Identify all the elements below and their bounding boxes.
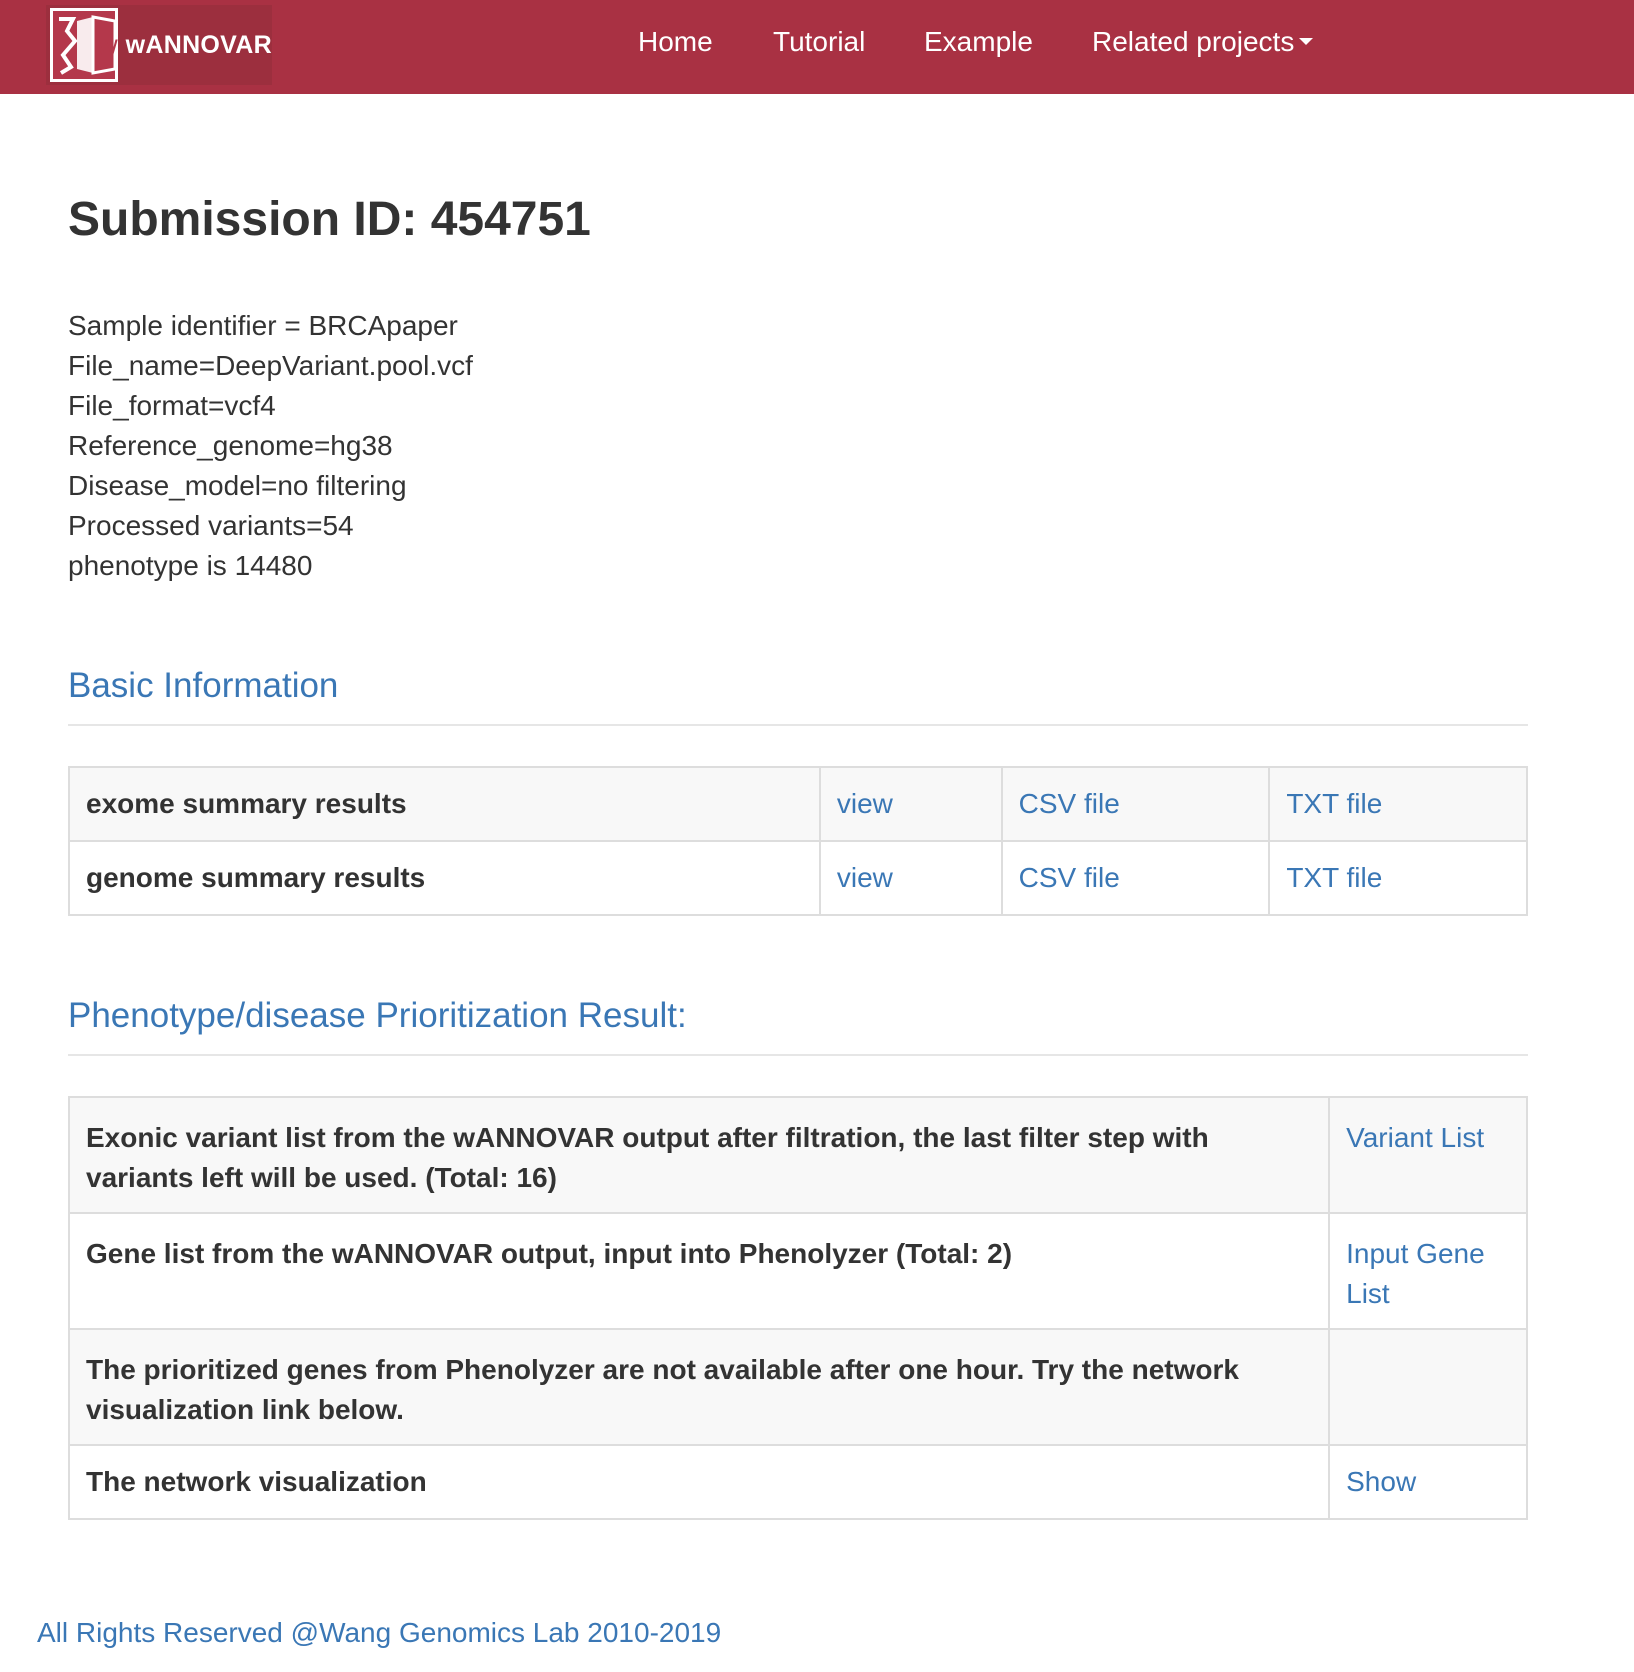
nav-tutorial[interactable]: Tutorial bbox=[773, 26, 865, 58]
divider bbox=[68, 1054, 1528, 1056]
gene-list-label: Gene list from the wANNOVAR output, inpu… bbox=[67, 1212, 1331, 1330]
genome-csv-link[interactable]: CSV file bbox=[1000, 840, 1271, 916]
network-show-link[interactable]: Show bbox=[1328, 1444, 1528, 1520]
divider bbox=[68, 724, 1528, 726]
genome-summary-label: genome summary results bbox=[68, 840, 821, 916]
info-reference-genome: Reference_genome=hg38 bbox=[68, 430, 393, 461]
info-disease-model: Disease_model=no filtering bbox=[68, 470, 407, 501]
exome-txt-link[interactable]: TXT file bbox=[1268, 766, 1528, 842]
variant-list-link[interactable]: Variant List bbox=[1328, 1096, 1528, 1214]
chevron-down-icon bbox=[1299, 38, 1314, 46]
brand-name: wANNOVAR bbox=[125, 30, 272, 59]
input-gene-list-link[interactable]: Input Gene List bbox=[1328, 1212, 1528, 1330]
exome-view-link[interactable]: view bbox=[818, 766, 1003, 842]
info-processed-variants: Processed variants=54 bbox=[68, 510, 354, 541]
genome-txt-link[interactable]: TXT file bbox=[1268, 840, 1528, 916]
nav-home[interactable]: Home bbox=[638, 26, 713, 58]
nav-example[interactable]: Example bbox=[924, 26, 1033, 58]
nav-related-projects[interactable]: Related projects bbox=[1092, 26, 1314, 58]
basic-information-heading: Basic Information bbox=[68, 666, 339, 705]
basic-information-table: exome summary results view CSV file TXT … bbox=[68, 766, 1528, 916]
prioritized-genes-link-cell bbox=[1328, 1328, 1528, 1446]
table-row: genome summary results view CSV file TXT… bbox=[68, 840, 1528, 916]
page-title: Submission ID: 454751 bbox=[68, 193, 591, 246]
table-row: The network visualization Show bbox=[67, 1444, 1528, 1520]
network-visualization-label: The network visualization bbox=[67, 1444, 1331, 1520]
info-file-name: File_name=DeepVariant.pool.vcf bbox=[68, 350, 473, 381]
genome-view-link[interactable]: view bbox=[818, 840, 1003, 916]
table-row: exome summary results view CSV file TXT … bbox=[68, 766, 1528, 842]
footer-copyright[interactable]: All Rights Reserved @Wang Genomics Lab 2… bbox=[37, 1617, 721, 1649]
wannovar-logo-icon: W bbox=[50, 8, 118, 82]
phenotype-result-table: Exonic variant list from the wANNOVAR ou… bbox=[67, 1096, 1528, 1520]
exome-csv-link[interactable]: CSV file bbox=[1000, 766, 1271, 842]
exonic-variant-label: Exonic variant list from the wANNOVAR ou… bbox=[67, 1096, 1331, 1214]
brand-logo[interactable]: W wANNOVAR bbox=[46, 5, 272, 85]
nav-related-projects-label: Related projects bbox=[1092, 26, 1295, 57]
info-sample-identifier: Sample identifier = BRCApaper bbox=[68, 310, 458, 341]
exome-summary-label: exome summary results bbox=[68, 766, 821, 842]
submission-info: Sample identifier = BRCApaper File_name=… bbox=[68, 306, 473, 586]
table-row: Exonic variant list from the wANNOVAR ou… bbox=[67, 1096, 1528, 1214]
table-row: Gene list from the wANNOVAR output, inpu… bbox=[67, 1212, 1528, 1330]
info-phenotype: phenotype is 14480 bbox=[68, 550, 313, 581]
prioritized-genes-label: The prioritized genes from Phenolyzer ar… bbox=[67, 1328, 1331, 1446]
top-navbar: W wANNOVAR Home Tutorial Example Related… bbox=[0, 0, 1634, 94]
svg-text:W: W bbox=[97, 35, 118, 60]
phenotype-result-heading: Phenotype/disease Prioritization Result: bbox=[68, 996, 687, 1035]
info-file-format: File_format=vcf4 bbox=[68, 390, 276, 421]
table-row: The prioritized genes from Phenolyzer ar… bbox=[67, 1328, 1528, 1446]
